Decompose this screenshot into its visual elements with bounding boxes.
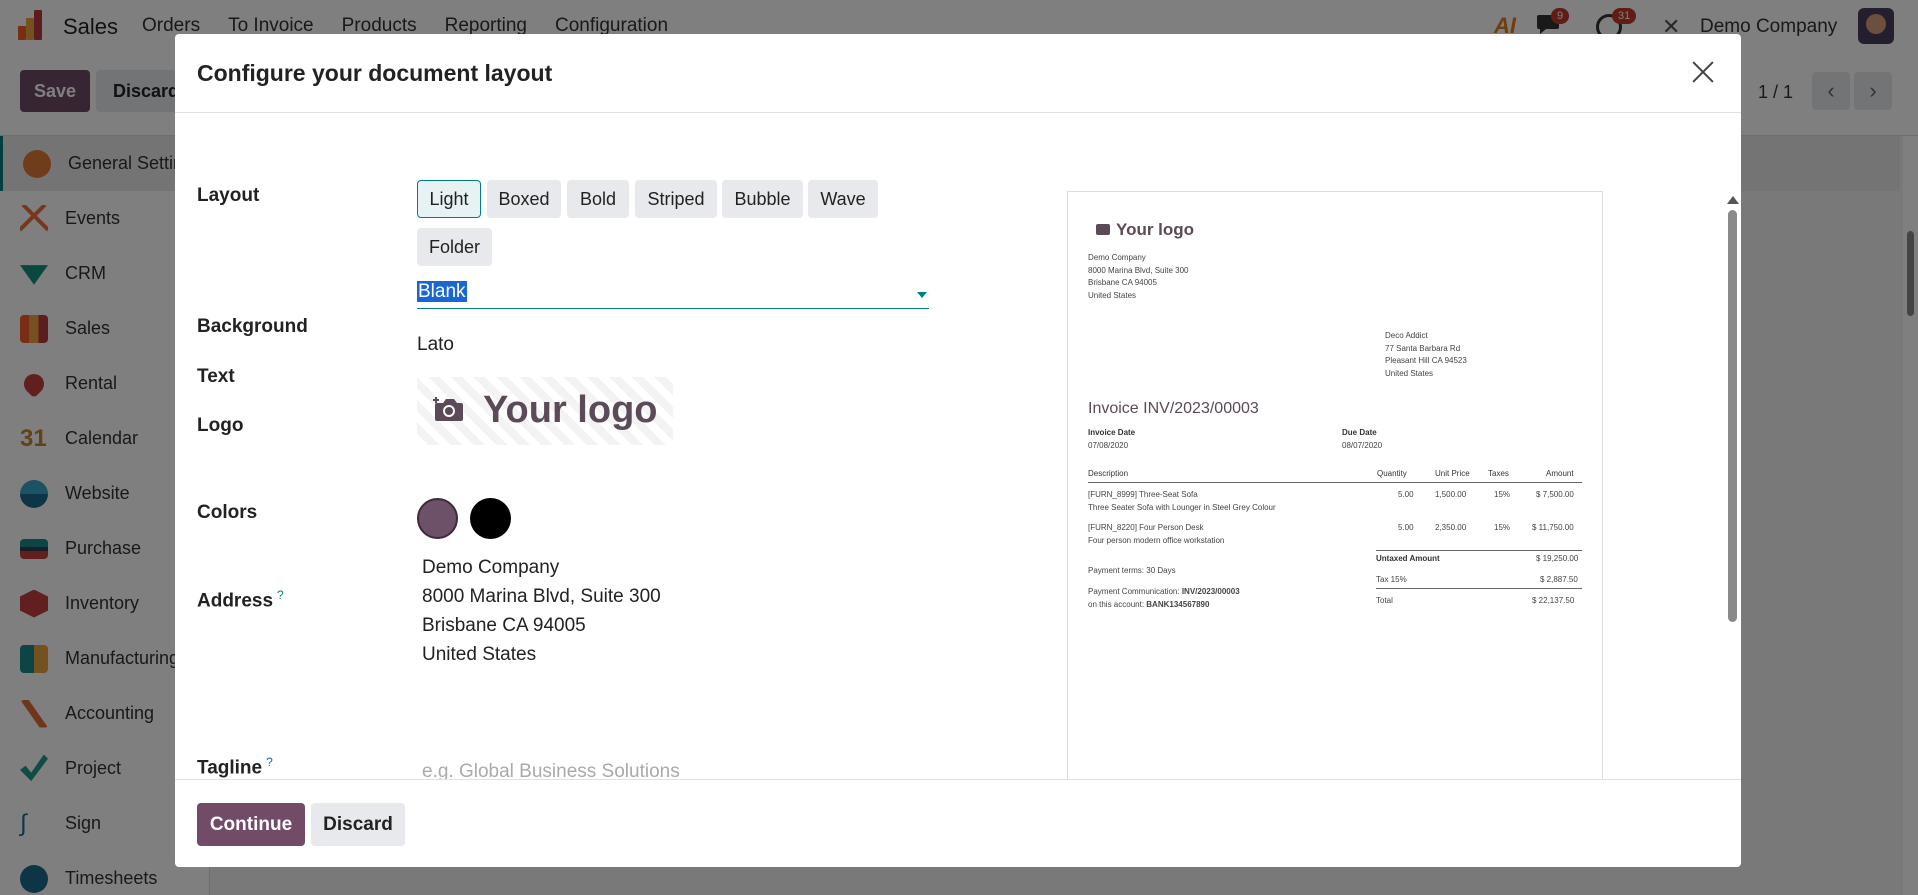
preview-total-rule (1376, 588, 1582, 589)
layout-option-light[interactable]: Light (417, 180, 481, 218)
document-preview: Your logo Demo Company 8000 Marina Blvd, … (1067, 191, 1603, 779)
preview-payment-communication: Payment Communication: INV/2023/00003 on… (1088, 587, 1240, 609)
layout-option-boxed[interactable]: Boxed (487, 180, 561, 218)
close-icon[interactable] (1689, 58, 1717, 86)
preview-col-unit-price: Unit Price (1435, 469, 1470, 478)
preview-line-1-price: 1,500.00 (1435, 490, 1467, 499)
continue-button[interactable]: Continue (197, 803, 305, 846)
background-label: Background (197, 316, 308, 337)
preview-line-1-tax: 15% (1494, 490, 1511, 499)
logo-placeholder-text: Your logo (483, 389, 658, 431)
preview-invoice-date: 07/08/2020 (1088, 441, 1129, 450)
help-icon[interactable]: ? (277, 588, 284, 602)
camera-icon (1096, 224, 1110, 235)
preview-payment-terms: Payment terms: 30 Days (1088, 566, 1176, 575)
layout-option-striped[interactable]: Striped (635, 180, 717, 218)
background-value: Blank (417, 281, 467, 302)
colors-label: Colors (197, 502, 258, 523)
logo-upload[interactable]: Your logo (417, 377, 673, 445)
layout-option-bubble[interactable]: Bubble (722, 180, 803, 218)
preview-invoice-date-label: Invoice Date (1088, 428, 1136, 437)
layout-option-bold[interactable]: Bold (567, 180, 629, 218)
background-select[interactable]: Blank (417, 281, 929, 309)
preview-totals-rule (1376, 550, 1582, 551)
preview-line-1-qty: 5.00 (1398, 490, 1414, 499)
preview-line-2-price: 2,350.00 (1435, 523, 1467, 532)
text-font-label: Text (197, 366, 235, 387)
scroll-up-icon[interactable] (1727, 196, 1739, 204)
address-line: United States (422, 644, 537, 665)
dialog-footer: Continue Discard (175, 779, 1741, 867)
address-field[interactable]: Demo Company 8000 Marina Blvd, Suite 300… (422, 553, 661, 669)
dialog-title: Configure your document layout (197, 60, 553, 86)
address-line: 8000 Marina Blvd, Suite 300 (422, 586, 661, 607)
preview-customer-address: Deco Addict 77 Santa Barbara Rd Pleasant … (1385, 331, 1467, 378)
dialog-header: Configure your document layout (175, 34, 1741, 113)
preview-col-quantity: Quantity (1377, 469, 1407, 478)
tagline-label: Tagline? (197, 755, 273, 779)
address-line: Demo Company (422, 557, 560, 578)
dialog-body: Layout Light Boxed Bold Striped Bubble W… (175, 113, 1741, 779)
preview-header-rule (1088, 482, 1582, 483)
preview-due-date-label: Due Date (1342, 428, 1377, 437)
preview-col-amount: Amount (1546, 469, 1574, 478)
font-select[interactable]: Lato (417, 334, 454, 356)
preview-line-2-qty: 5.00 (1398, 523, 1414, 532)
preview-untaxed-label: Untaxed Amount (1376, 554, 1440, 563)
camera-icon (433, 397, 463, 421)
dialog-scrollbar[interactable] (1723, 192, 1741, 779)
preview-logo: Your logo (1096, 220, 1194, 240)
scrollbar-thumb[interactable] (1728, 210, 1737, 622)
preview-col-description: Description (1088, 469, 1129, 478)
preview-tax-label: Tax 15% (1376, 575, 1407, 584)
preview-untaxed-value: $ 19,250.00 (1536, 554, 1579, 563)
layout-option-wave[interactable]: Wave (808, 180, 878, 218)
address-label: Address? (197, 588, 284, 612)
chevron-down-icon (917, 292, 927, 298)
preview-tax-value: $ 2,887.50 (1540, 575, 1578, 584)
layout-label: Layout (197, 185, 260, 206)
logo-label: Logo (197, 415, 244, 436)
preview-line-2: [FURN_8220] Four Person Desk Four person … (1088, 523, 1225, 545)
address-line: Brisbane CA 94005 (422, 615, 586, 636)
preview-invoice-title: Invoice INV/2023/00003 (1088, 400, 1259, 417)
preview-line-2-amount: $ 11,750.00 (1532, 523, 1574, 532)
preview-company-address: Demo Company 8000 Marina Blvd, Suite 300 … (1088, 253, 1189, 300)
discard-button[interactable]: Discard (311, 803, 405, 846)
preview-line-2-tax: 15% (1494, 523, 1511, 532)
preview-due-date: 08/07/2020 (1342, 441, 1383, 450)
layout-option-folder[interactable]: Folder (417, 228, 492, 266)
secondary-color-swatch[interactable] (470, 498, 511, 539)
preview-total-value: $ 22,137.50 (1532, 596, 1575, 605)
help-icon[interactable]: ? (266, 755, 273, 769)
preview-total-label: Total (1376, 596, 1393, 605)
preview-col-taxes: Taxes (1488, 469, 1509, 478)
preview-line-1-amount: $ 7,500.00 (1536, 490, 1574, 499)
document-layout-dialog: Configure your document layout Layout Li… (175, 34, 1741, 867)
tagline-input[interactable]: e.g. Global Business Solutions (422, 761, 680, 779)
primary-color-swatch[interactable] (417, 498, 458, 539)
preview-line-1: [FURN_8999] Three-Seat Sofa Three Seater … (1088, 490, 1276, 512)
